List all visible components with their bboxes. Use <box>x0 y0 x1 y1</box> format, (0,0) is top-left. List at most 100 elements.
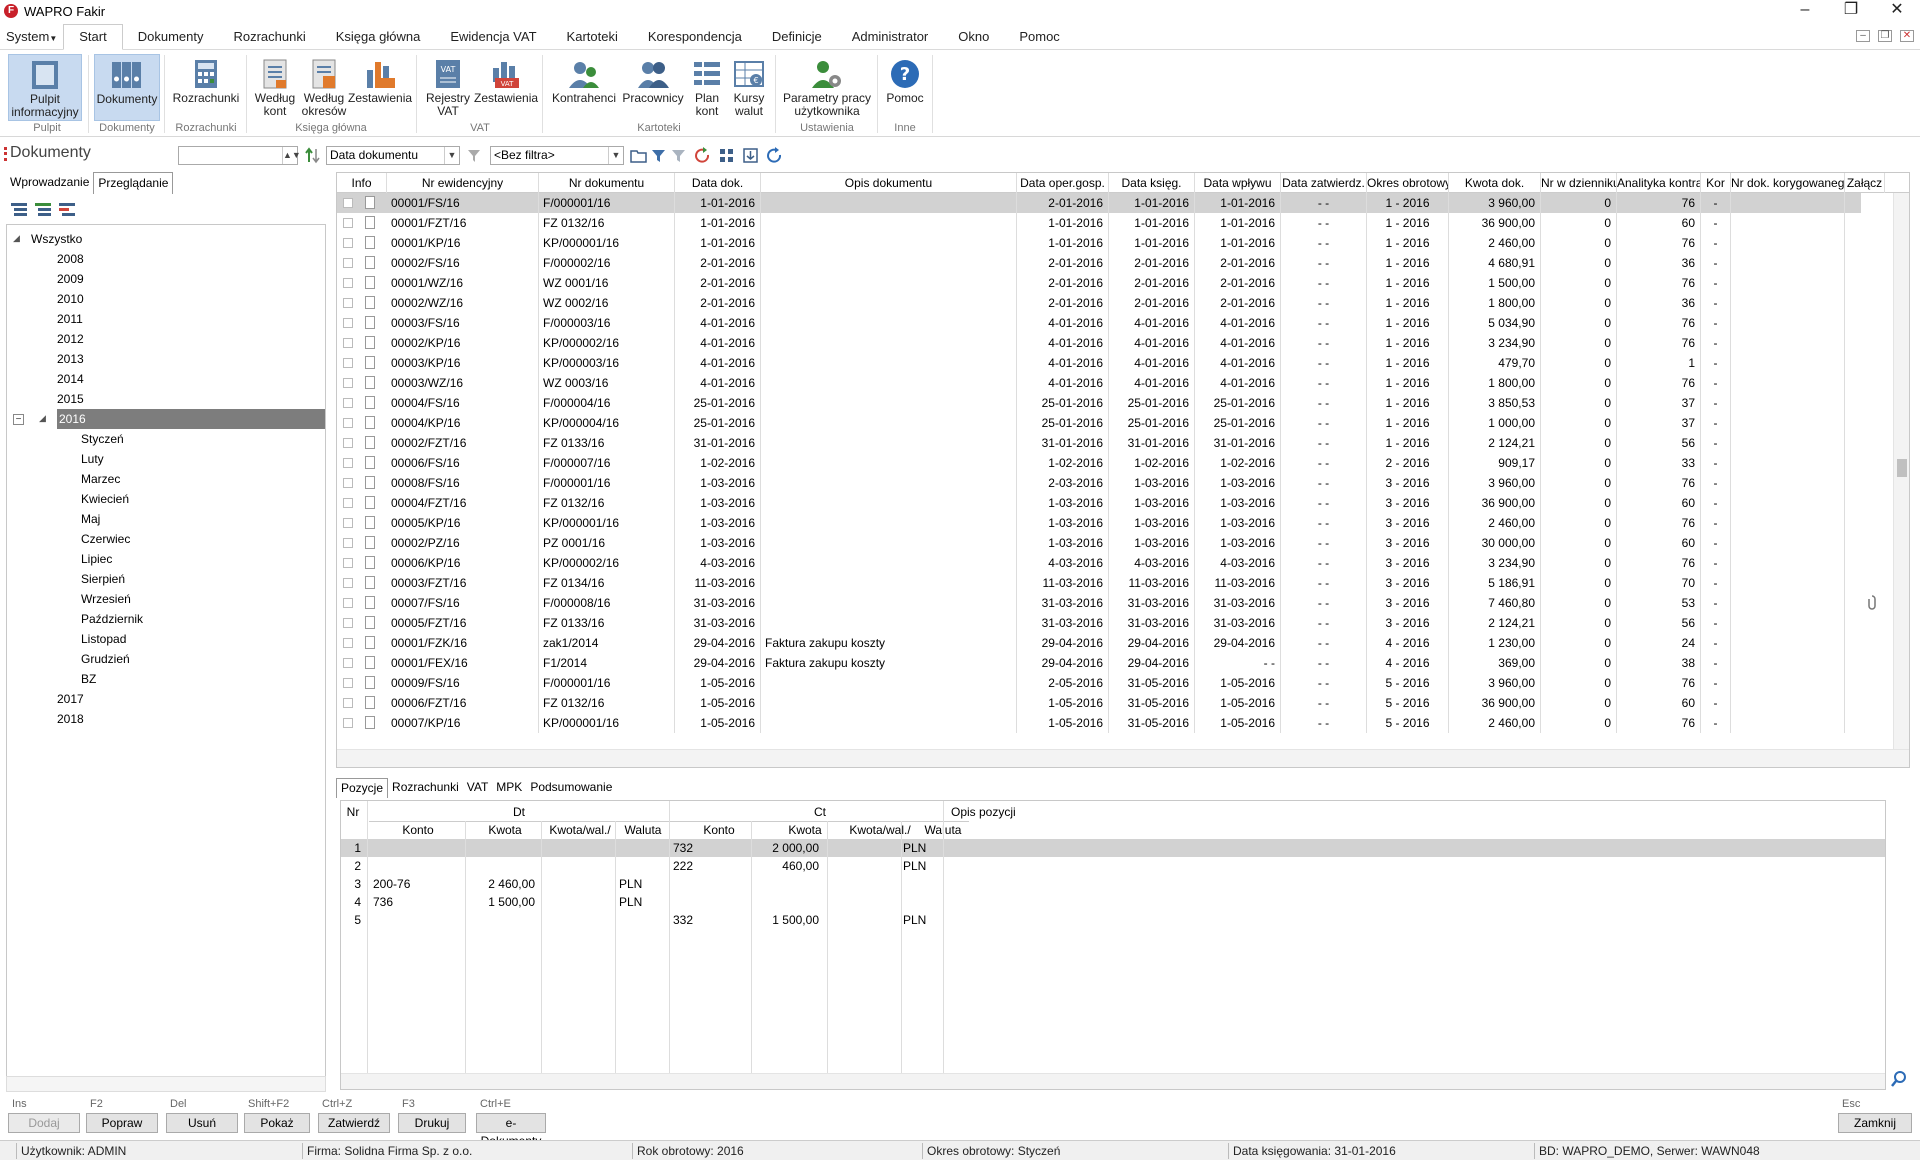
grid-column-header[interactable]: Info <box>337 173 387 193</box>
tab-pozycje[interactable]: Pozycje <box>336 778 389 798</box>
position-row[interactable]: 2 222 460,00 PLN <box>341 857 1885 875</box>
table-row[interactable]: 00005/FZT/16 FZ 0133/16 31-03-2016 31-03-20… <box>337 613 1861 633</box>
row-checkbox[interactable] <box>343 378 353 388</box>
tree-horizontal-scrollbar[interactable] <box>6 1076 326 1092</box>
grid-vertical-scrollbar[interactable] <box>1893 193 1909 749</box>
tree-node-month[interactable]: Styczeń <box>81 429 124 449</box>
tree-node-year[interactable]: 2010 <box>57 289 84 309</box>
tab-rozrachunki[interactable]: Rozrachunki <box>388 778 463 798</box>
table-row[interactable]: 00001/FZK/16 zak1/2014 29-04-2016 Faktura z… <box>337 633 1861 653</box>
position-row[interactable]: 4 736 1 500,00 PLN <box>341 893 1885 911</box>
ribbon-pomoc-button[interactable]: ? Pomoc <box>880 54 930 121</box>
approve-button[interactable]: Zatwierdź <box>318 1113 390 1133</box>
table-row[interactable]: 00004/FZT/16 FZ 0132/16 1-03-2016 1-03-2016… <box>337 493 1861 513</box>
filter-select[interactable]: <Bez filtra> ▼ <box>490 146 624 165</box>
grid-column-header[interactable]: Nr ewidencyjny <box>387 173 539 193</box>
menu-dokumenty[interactable]: Dokumenty <box>123 25 219 49</box>
table-row[interactable]: 00009/FS/16 F/000001/16 1-05-2016 2-05-2016… <box>337 673 1861 693</box>
delete-button[interactable]: Usuń <box>166 1113 238 1133</box>
row-checkbox[interactable] <box>343 438 353 448</box>
row-checkbox[interactable] <box>343 618 353 628</box>
row-checkbox[interactable] <box>343 558 353 568</box>
export-icon[interactable] <box>742 147 759 164</box>
menu-start[interactable]: Start <box>63 24 123 50</box>
reload-icon[interactable] <box>766 147 783 164</box>
table-row[interactable]: 00002/WZ/16 WZ 0002/16 2-01-2016 2-01-2016 2… <box>337 293 1861 313</box>
filter-icon[interactable] <box>650 147 667 164</box>
table-row[interactable]: 00001/FS/16 F/000001/16 1-01-2016 2-01-2016… <box>337 193 1861 213</box>
tree-node-month[interactable]: Grudzień <box>81 649 130 669</box>
ribbon-zestawienia-kh-button[interactable]: Zestawienia <box>348 54 412 121</box>
ribbon-plan-kont-button[interactable]: Plan kont <box>690 54 724 121</box>
tree-node-year[interactable]: 2014 <box>57 369 84 389</box>
row-checkbox[interactable] <box>343 418 353 428</box>
tree-node-month[interactable]: Sierpień <box>81 569 125 589</box>
tree-node-year-selected[interactable]: 2016 <box>57 409 325 429</box>
row-checkbox[interactable] <box>343 258 353 268</box>
e-documents-button[interactable]: e-Dokumenty <box>476 1113 546 1148</box>
grid-column-header[interactable]: Data oper.gosp. <box>1017 173 1109 193</box>
ribbon-pulpit-button[interactable]: Pulpit informacyjny <box>8 54 82 121</box>
tree-node-month[interactable]: Luty <box>81 449 104 469</box>
search-icon[interactable] <box>1890 1070 1908 1088</box>
table-row[interactable]: 00002/KP/16 KP/000002/16 4-01-2016 4-01-201… <box>337 333 1861 353</box>
row-checkbox[interactable] <box>343 678 353 688</box>
tree-node-year[interactable]: 2018 <box>57 709 84 729</box>
tree-collapse-icon[interactable]: − <box>13 414 24 425</box>
table-row[interactable]: 00004/KP/16 KP/000004/16 25-01-2016 25-01-2… <box>337 413 1861 433</box>
menu-kartoteki[interactable]: Kartoteki <box>552 25 633 49</box>
row-checkbox[interactable] <box>343 338 353 348</box>
tree-node-year[interactable]: 2017 <box>57 689 84 709</box>
tree-node-month[interactable]: Wrzesień <box>81 589 131 609</box>
ribbon-kontrahenci-button[interactable]: Kontrahenci <box>548 54 620 121</box>
row-checkbox[interactable] <box>343 538 353 548</box>
table-row[interactable]: 00003/KP/16 KP/000003/16 4-01-2016 4-01-201… <box>337 353 1861 373</box>
menu-okno[interactable]: Okno <box>943 25 1004 49</box>
tree-node-year[interactable]: 2015 <box>57 389 84 409</box>
mdi-close-button[interactable]: ✕ <box>1900 30 1914 42</box>
grid-column-header[interactable]: Kor <box>1701 173 1731 193</box>
row-checkbox[interactable] <box>343 718 353 728</box>
close-window-button[interactable]: Zamknij <box>1838 1113 1912 1133</box>
grid-column-header[interactable]: Data zatwierdz. <box>1281 173 1367 193</box>
minimize-button[interactable]: – <box>1782 0 1828 22</box>
positions-horizontal-scrollbar[interactable] <box>341 1073 1885 1089</box>
position-row[interactable]: 3 200-76 2 460,00 PLN <box>341 875 1885 893</box>
ribbon-parametry-pracy-button[interactable]: Parametry pracy użytkownika <box>780 54 874 121</box>
row-checkbox[interactable] <box>343 578 353 588</box>
tree-node-month[interactable]: Czerwiec <box>81 529 130 549</box>
table-row[interactable]: 00002/FZT/16 FZ 0133/16 31-01-2016 31-01-20… <box>337 433 1861 453</box>
tree-node-year[interactable]: 2009 <box>57 269 84 289</box>
grid-column-header[interactable]: Nr dok. korygowanego <box>1731 173 1845 193</box>
grid-column-header[interactable]: Opis dokumentu <box>761 173 1017 193</box>
table-row[interactable]: 00002/FS/16 F/000002/16 2-01-2016 2-01-2016… <box>337 253 1861 273</box>
ribbon-zestawienia-vat-button[interactable]: VAT Zestawienia <box>474 54 538 121</box>
menu-system[interactable]: System▼ <box>0 25 63 49</box>
ribbon-rozrachunki-button[interactable]: Rozrachunki <box>170 54 242 121</box>
tree-node-month[interactable]: Lipiec <box>81 549 112 569</box>
expand-all-icon[interactable] <box>34 201 52 217</box>
grid-column-header[interactable]: Data księg. <box>1109 173 1195 193</box>
spinner-icon[interactable]: ▲▼ <box>282 147 301 164</box>
grid-view-icon[interactable] <box>718 147 735 164</box>
row-checkbox[interactable] <box>343 238 353 248</box>
tree-expand-icon[interactable]: ◢ <box>39 413 46 424</box>
table-row[interactable]: 00003/FZT/16 FZ 0134/16 11-03-2016 11-03-20… <box>337 573 1861 593</box>
tree-node-month[interactable]: Maj <box>81 509 100 529</box>
table-row[interactable]: 00001/KP/16 KP/000001/16 1-01-2016 1-01-201… <box>337 233 1861 253</box>
menu-pomoc[interactable]: Pomoc <box>1004 25 1074 49</box>
close-button[interactable]: ✕ <box>1874 0 1920 22</box>
refresh-icon[interactable] <box>694 147 711 164</box>
show-button[interactable]: Pokaż <box>244 1113 310 1133</box>
table-row[interactable]: 00006/FS/16 F/000007/16 1-02-2016 1-02-2016… <box>337 453 1861 473</box>
tree-node-year[interactable]: 2008 <box>57 249 84 269</box>
collapse-all-icon[interactable] <box>10 201 28 217</box>
tab-przegladanie[interactable]: Przeglądanie <box>93 172 174 194</box>
ribbon-kursy-walut-button[interactable]: € Kursy walut <box>728 54 770 121</box>
folder-icon[interactable] <box>630 147 647 164</box>
grid-horizontal-scrollbar[interactable] <box>337 749 1909 767</box>
table-row[interactable]: 00002/PZ/16 PZ 0001/16 1-03-2016 1-03-2016 1… <box>337 533 1861 553</box>
row-checkbox[interactable] <box>343 198 353 208</box>
menu-rozrachunki[interactable]: Rozrachunki <box>218 25 320 49</box>
table-row[interactable]: 00006/KP/16 KP/000002/16 4-03-2016 4-03-201… <box>337 553 1861 573</box>
